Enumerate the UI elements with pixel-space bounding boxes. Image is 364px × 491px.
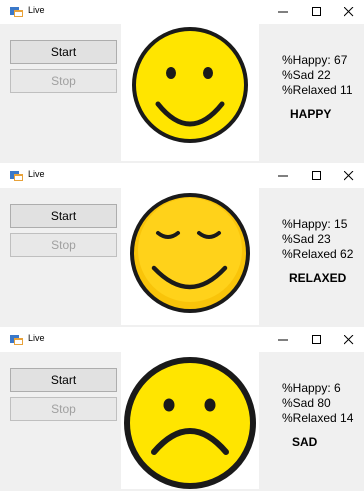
close-button[interactable] [334,0,364,24]
start-button[interactable]: Start [10,40,117,64]
minimize-icon [278,339,288,341]
close-icon [344,7,354,17]
mood-label: RELAXED [289,271,347,285]
mood-label: HAPPY [290,107,332,121]
sad-face-image [121,352,259,489]
sad-percent: %Sad 80 [282,396,331,410]
close-button[interactable] [334,328,364,352]
start-button[interactable]: Start [10,368,117,392]
window-title: Live [28,5,45,15]
minimize-icon [278,11,288,13]
app-window-icon [10,171,23,181]
happy-face-image [121,24,259,161]
window-title: Live [28,169,45,179]
close-icon [344,171,354,181]
happy-percent: %Happy: 67 [282,53,348,67]
mood-label: SAD [292,435,318,449]
relaxed-percent: %Relaxed 62 [282,247,354,261]
window-title: Live [28,333,45,343]
close-button[interactable] [334,164,364,188]
maximize-button[interactable] [302,328,332,352]
minimize-button[interactable] [268,164,298,188]
start-button[interactable]: Start [10,204,117,228]
happy-percent: %Happy: 6 [282,381,341,395]
minimize-button[interactable] [268,328,298,352]
minimize-icon [278,175,288,177]
relaxed-percent: %Relaxed 11 [282,83,353,97]
relaxed-percent: %Relaxed 14 [282,411,354,425]
stop-button[interactable]: Stop [10,69,117,93]
title-bar[interactable]: Live [0,164,364,188]
relaxed-face-image [121,188,259,325]
minimize-button[interactable] [268,0,298,24]
stop-button[interactable]: Stop [10,397,117,421]
maximize-icon [312,335,321,344]
maximize-button[interactable] [302,164,332,188]
stop-button[interactable]: Stop [10,233,117,257]
app-window-icon [10,7,23,17]
live-window-happy: Live Start Stop %Happy: 67 %Sad 22 %Rela… [0,0,364,163]
title-bar[interactable]: Live [0,0,364,24]
maximize-button[interactable] [302,0,332,24]
app-window-icon [10,335,23,345]
title-bar[interactable]: Live [0,328,364,352]
sad-percent: %Sad 22 [282,68,331,82]
close-icon [344,335,354,345]
maximize-icon [312,7,321,16]
happy-percent: %Happy: 15 [282,217,348,231]
maximize-icon [312,171,321,180]
live-window-relaxed: Live Start Stop %Happy: 15 %Sad 23 %Rela… [0,164,364,327]
sad-percent: %Sad 23 [282,232,331,246]
live-window-sad: Live Start Stop %Happy: 6 %Sad 80 %Relax… [0,328,364,491]
